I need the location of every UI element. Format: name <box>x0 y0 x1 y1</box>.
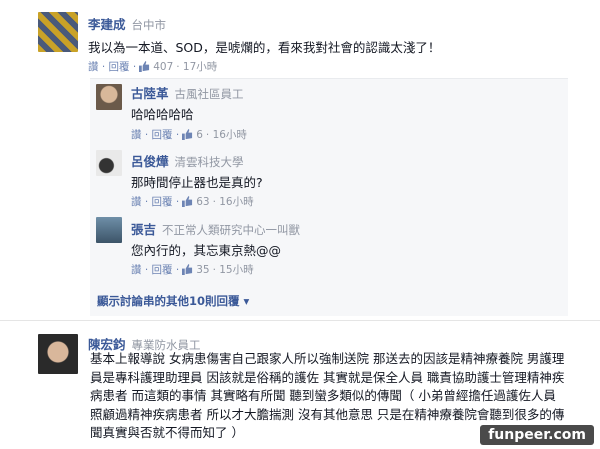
avatar[interactable] <box>38 334 78 374</box>
like-reply-links[interactable]: 讚 · 回覆 · <box>88 59 136 74</box>
like-icon <box>182 196 193 207</box>
commenter-affiliation: 不正常人類研究中心一叫獸 <box>162 223 301 237</box>
comment-time: · 16小時 <box>212 196 254 208</box>
avatar[interactable] <box>96 217 122 243</box>
comment-actions: 讚 · 回覆 · 35 · 15小時 <box>131 262 254 277</box>
commenter-name[interactable]: 張吉 不正常人類研究中心一叫獸 <box>131 219 300 238</box>
comment-text: 哈哈哈哈哈 <box>131 107 194 122</box>
comment-time: · 15小時 <box>212 264 254 276</box>
commenter-affiliation: 台中市 <box>131 18 167 32</box>
commenter-name[interactable]: 李建成 台中市 <box>88 14 166 33</box>
like-reply-links[interactable]: 讚 · 回覆 · <box>131 194 179 209</box>
comment-text: 那時間停止器也是真的? <box>131 175 263 190</box>
divider <box>0 320 600 321</box>
like-icon <box>139 61 150 72</box>
like-reply-links[interactable]: 讚 · 回覆 · <box>131 127 179 142</box>
comment-actions: 讚 · 回覆 · 63 · 16小時 <box>131 194 254 209</box>
more-replies-link[interactable]: 顯示討論串的其他10則回覆 ▾ <box>97 293 249 309</box>
like-reply-links[interactable]: 讚 · 回覆 · <box>131 262 179 277</box>
like-icon <box>182 264 193 275</box>
comment-text: 我以為一本道、SOD，是唬爛的，看來我對社會的認識太淺了！ <box>88 40 441 55</box>
avatar[interactable] <box>96 150 122 176</box>
comment-actions: 讚 · 回覆 · 407 · 17小時 <box>88 59 217 74</box>
commenter-name[interactable]: 古陸革 古風社區員工 <box>131 83 244 102</box>
like-count: 63 <box>196 195 210 208</box>
like-count: 35 <box>196 263 210 276</box>
comment-time: · 16小時 <box>205 129 247 141</box>
avatar[interactable] <box>96 84 122 110</box>
like-count: 6 <box>196 128 203 141</box>
commenter-affiliation: 古風社區員工 <box>174 87 244 101</box>
avatar[interactable] <box>38 12 78 52</box>
like-count: 407 <box>153 60 174 73</box>
like-icon <box>182 129 193 140</box>
comment-time: · 17小時 <box>176 61 218 73</box>
watermark: funpeer.com <box>480 425 594 445</box>
comment-actions: 讚 · 回覆 · 6 · 16小時 <box>131 127 247 142</box>
commenter-name[interactable]: 呂俊燁 清雲科技大學 <box>131 151 244 170</box>
commenter-affiliation: 清雲科技大學 <box>174 155 244 169</box>
comment-text: 您內行的，其忘東京熱@@ <box>131 243 282 258</box>
